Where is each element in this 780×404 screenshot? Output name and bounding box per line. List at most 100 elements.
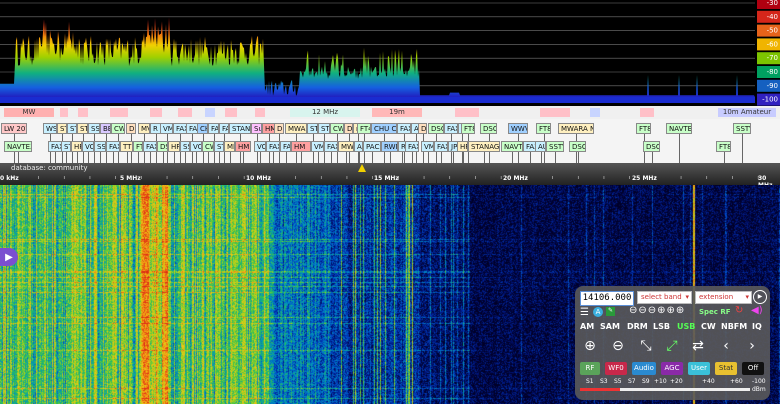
band-segment[interactable] (540, 108, 570, 117)
station-label[interactable]: VM (160, 123, 173, 134)
station-label[interactable]: AU (535, 141, 546, 152)
station-label[interactable]: NAVTEX (666, 123, 692, 134)
frequency-input[interactable]: 14106.000 (580, 291, 634, 306)
station-label[interactable]: DSC (643, 141, 660, 152)
station-label[interactable]: HF (168, 141, 180, 152)
station-label[interactable]: CW (111, 123, 125, 134)
station-label[interactable]: ST (67, 123, 77, 134)
station-label[interactable]: FAX (397, 123, 411, 134)
station-label[interactable]: ST (57, 123, 67, 134)
station-label[interactable]: NAVTEX (4, 141, 32, 152)
zoom-out-icon[interactable]: ⊖ (609, 337, 627, 355)
band-bar[interactable]: MW 12 MHz 19m 10m Amateur (0, 106, 780, 119)
shrink-icon[interactable]: ⤡ (637, 337, 655, 355)
mode-am[interactable]: AM (580, 322, 594, 331)
band-segment[interactable] (255, 108, 265, 117)
step-down-icon[interactable]: ‹ (717, 337, 735, 355)
swap-icon[interactable]: ⇄ (689, 337, 707, 355)
station-label[interactable]: SSTV (546, 141, 564, 152)
station-label[interactable]: STANAG 6 (468, 141, 500, 152)
tag-audio[interactable]: Audio (632, 362, 656, 375)
band-segment[interactable]: 19m (372, 108, 422, 117)
station-label[interactable]: D (274, 123, 284, 134)
edit-icon[interactable]: ✎ (606, 307, 615, 316)
mode-iq[interactable]: IQ (752, 322, 762, 331)
band-segment[interactable] (150, 108, 162, 117)
mode-drm[interactable]: DRM (627, 322, 648, 331)
zoom-controls[interactable]: ⊖⊖⊖⊕⊕⊕ (629, 305, 685, 316)
station-label[interactable]: FT8 (536, 123, 551, 134)
station-label[interactable]: FAX (324, 141, 338, 152)
station-label[interactable]: ST (307, 123, 318, 134)
mode-lsb[interactable]: LSB (653, 322, 670, 331)
station-label[interactable]: CH (197, 123, 208, 134)
station-label[interactable]: HF (71, 141, 82, 152)
band-segment[interactable] (110, 108, 128, 117)
station-label[interactable]: RWM (381, 141, 398, 152)
station-label[interactable]: FA (208, 123, 219, 134)
station-label[interactable]: PACS (363, 141, 381, 152)
control-panel[interactable]: 14106.000 select band extension ▶ ☰ A ✎ … (575, 286, 770, 400)
station-label[interactable]: MI (224, 141, 235, 152)
station-label[interactable]: MWARA NP (558, 123, 594, 134)
station-label[interactable]: FAX (106, 141, 120, 152)
mute-icon[interactable]: ◀) (751, 305, 763, 316)
station-label[interactable]: VO (190, 141, 202, 152)
station-label[interactable]: BE (100, 123, 111, 134)
band-segment[interactable]: 10m Amateur (718, 108, 776, 117)
menu-icon[interactable]: ☰ (580, 307, 589, 318)
band-segment[interactable] (640, 108, 654, 117)
station-label[interactable]: DS (157, 141, 168, 152)
station-label[interactable]: ST (77, 123, 88, 134)
reset-icon[interactable]: ↻ (735, 305, 743, 316)
station-label[interactable]: FT8 (716, 141, 731, 152)
tag-wf0[interactable]: WF0 (605, 362, 627, 375)
station-label[interactable]: TTH (120, 141, 133, 152)
expand-icon[interactable]: ⤢ (663, 337, 681, 355)
station-label[interactable]: VO (254, 141, 266, 152)
tag-rf[interactable]: RF (580, 362, 600, 375)
station-label[interactable]: LW 207 (1, 123, 27, 134)
station-label[interactable]: SS (180, 141, 190, 152)
mode-sam[interactable]: SAM (600, 322, 620, 331)
station-label[interactable]: VM (421, 141, 434, 152)
station-label[interactable]: FAX (173, 123, 187, 134)
station-label[interactable]: D (418, 123, 427, 134)
station-label[interactable]: ST (318, 123, 330, 134)
tag-user[interactable]: User (688, 362, 710, 375)
tag-stat[interactable]: Stat (715, 362, 737, 375)
station-label[interactable]: WSF (43, 123, 57, 134)
band-segment[interactable] (455, 108, 479, 117)
station-label[interactable]: MWA (338, 141, 354, 152)
band-segment[interactable]: 12 MHz (290, 108, 360, 117)
station-labels[interactable]: LW 207WSFSTSTSTSSBECWDMVRVMFAXFAXCHFAFAS… (0, 119, 780, 163)
band-select[interactable]: select band (637, 291, 692, 304)
station-label[interactable]: CW (330, 123, 344, 134)
station-label[interactable]: ST (61, 141, 71, 152)
station-label[interactable]: Su (251, 123, 262, 134)
mode-nbfm[interactable]: NBFM (721, 322, 747, 331)
station-label[interactable]: FA (219, 123, 229, 134)
band-segment[interactable] (205, 108, 215, 117)
station-label[interactable]: FAX (434, 141, 448, 152)
station-label[interactable]: STANA (229, 123, 251, 134)
station-label[interactable]: FA (280, 141, 291, 152)
zoom-in-icon[interactable]: ⊕ (581, 337, 599, 355)
station-label[interactable]: A (354, 141, 363, 152)
passband-marker[interactable] (358, 164, 366, 172)
tag-agc[interactable]: AGC (661, 362, 683, 375)
station-label[interactable]: SS (88, 123, 100, 134)
station-label[interactable]: MWAR (285, 123, 307, 134)
station-label[interactable]: FAX (143, 141, 157, 152)
station-label[interactable]: NAVTE (501, 141, 523, 152)
frequency-scale-bar[interactable]: database: community 0 kHz 5 MHz 10 MHz 15 M… (0, 163, 780, 189)
station-label[interactable]: FAX (266, 141, 280, 152)
panel-toggle-button[interactable]: ▶ (0, 248, 18, 266)
band-segment[interactable]: MW (4, 108, 54, 117)
station-label[interactable]: DSC (569, 141, 586, 152)
band-segment[interactable] (60, 108, 68, 117)
band-segment[interactable] (590, 108, 600, 117)
auto-icon[interactable]: A (593, 307, 603, 317)
station-label[interactable]: D (344, 123, 353, 134)
spec-rf-button[interactable]: Spec RF (699, 308, 731, 316)
